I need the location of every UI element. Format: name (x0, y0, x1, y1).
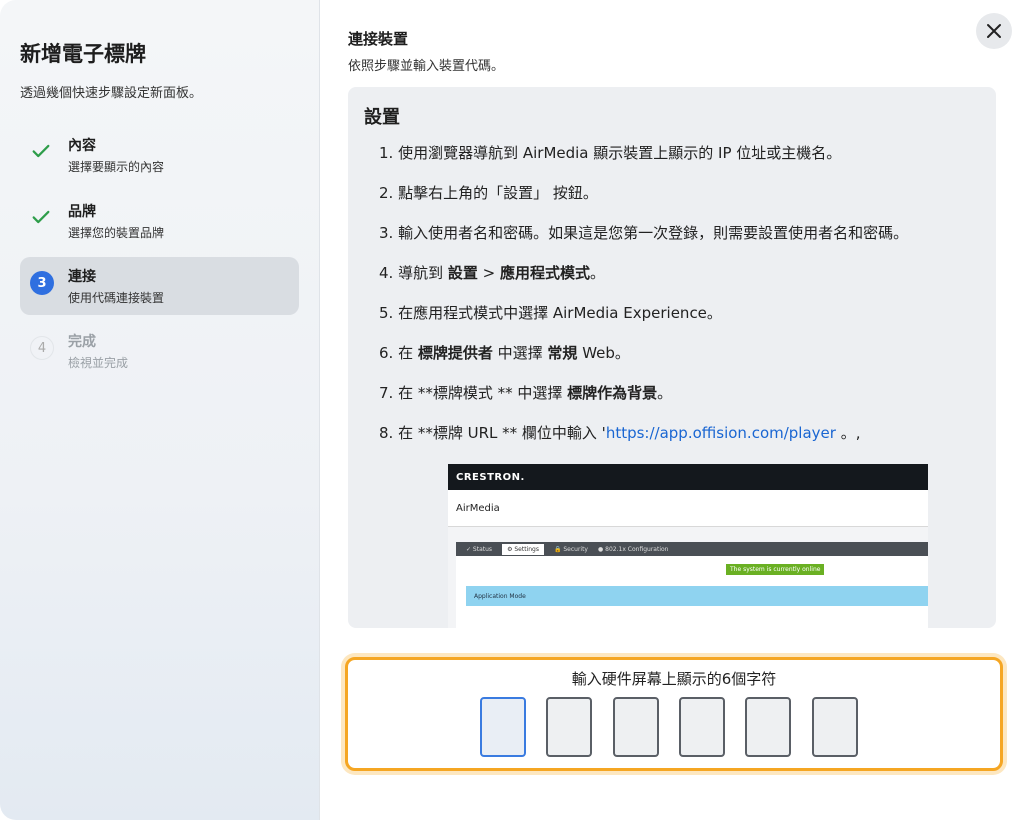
check-icon (30, 140, 54, 164)
step-brand[interactable]: 品牌 選擇您的裝置品牌 (20, 192, 299, 250)
step-number-badge: 3 (30, 271, 54, 295)
step-finish: 4 完成 檢視並完成 (20, 322, 299, 380)
step-number-badge: 4 (30, 336, 54, 360)
page-title: 連接裝置 (348, 30, 409, 48)
screenshot-panel: The system is currently online Applicati… (456, 556, 928, 628)
screenshot-tab: ● 802.1x Configuration (598, 545, 669, 553)
wizard-title: 新增電子標牌 (20, 42, 146, 66)
airmedia-screenshot: CRESTRON. AirMedia ✓ Status ⚙ Settings 🔒… (448, 464, 928, 628)
step-desc: 檢視並完成 (68, 356, 129, 370)
screenshot-tab: 🔒 Security (553, 545, 588, 553)
step-desc: 選擇您的裝置品牌 (68, 226, 165, 240)
code-digit-1[interactable] (480, 697, 526, 757)
instruction-step-5: 5. 在應用程式模式中選擇 AirMedia Experience。 (379, 304, 722, 322)
page-subtitle: 依照步驟並輸入裝置代碼。 (348, 59, 505, 74)
crestron-logo: CRESTRON. (448, 464, 928, 490)
code-digit-6[interactable] (812, 697, 858, 757)
check-icon (30, 206, 54, 230)
add-signage-modal: 新增電子標牌 透過幾個快速步驟設定新面板。 內容 選擇要顯示的內容 品牌 選擇您… (0, 0, 1024, 820)
instructions-title: 設置 (364, 107, 400, 128)
wizard-subtitle: 透過幾個快速步驟設定新面板。 (20, 86, 203, 101)
step-title: 內容 (68, 138, 96, 154)
instruction-step-7: 7. 在 **標牌模式 ** 中選擇 標牌作為背景。 (379, 384, 673, 402)
code-entry-label: 輸入硬件屏幕上顯示的6個字符 (571, 670, 777, 688)
player-url-link[interactable]: https://app.offision.com/player (606, 424, 836, 442)
instruction-step-8: 8. 在 **標牌 URL ** 欄位中輸入 'https://app.offi… (379, 424, 861, 442)
step-title: 完成 (68, 334, 96, 350)
code-digit-4[interactable] (679, 697, 725, 757)
screenshot-app-name: AirMedia (448, 490, 928, 527)
instruction-step-3: 3. 輸入使用者名和密碼。如果這是您第一次登錄，則需要設置使用者名和密碼。 (379, 224, 909, 242)
close-button[interactable] (976, 13, 1012, 49)
instruction-step-4: 4. 導航到 設置 > 應用程式模式。 (379, 264, 606, 282)
application-mode-section: Application Mode (466, 586, 928, 606)
wizard-sidebar: 新增電子標牌 透過幾個快速步驟設定新面板。 內容 選擇要顯示的內容 品牌 選擇您… (0, 0, 320, 820)
instruction-step-1: 1. 使用瀏覽器導航到 AirMedia 顯示裝置上顯示的 IP 位址或主機名。 (379, 144, 842, 162)
screenshot-tab: ✓ Status (466, 545, 493, 553)
instruction-list: 1. 使用瀏覽器導航到 AirMedia 顯示裝置上顯示的 IP 位址或主機名。… (379, 142, 979, 462)
instructions-panel: 設置 1. 使用瀏覽器導航到 AirMedia 顯示裝置上顯示的 IP 位址或主… (348, 87, 996, 628)
step-content[interactable]: 內容 選擇要顯示的內容 (20, 126, 299, 184)
screenshot-tab: ⚙ Settings (502, 543, 544, 555)
step-desc: 選擇要顯示的內容 (68, 160, 165, 174)
step-title: 連接 (68, 269, 96, 285)
main-panel: 連接裝置 依照步驟並輸入裝置代碼。 設置 1. 使用瀏覽器導航到 AirMedi… (320, 0, 1024, 820)
online-badge: The system is currently online (726, 564, 825, 575)
step-title: 品牌 (68, 204, 96, 220)
code-digit-3[interactable] (613, 697, 659, 757)
close-icon (987, 24, 1001, 38)
step-desc: 使用代碼連接裝置 (68, 291, 165, 305)
screenshot-tabs: ✓ Status ⚙ Settings 🔒 Security ● 802.1x … (456, 542, 928, 556)
code-digit-2[interactable] (546, 697, 592, 757)
instruction-step-6: 6. 在 標牌提供者 中選擇 常規 Web。 (379, 344, 630, 362)
code-digit-5[interactable] (745, 697, 791, 757)
instruction-step-2: 2. 點擊右上角的「設置」 按鈕。 (379, 184, 598, 202)
code-entry-box: 輸入硬件屏幕上顯示的6個字符 (345, 657, 1003, 771)
step-connect[interactable]: 3 連接 使用代碼連接裝置 (20, 257, 299, 315)
